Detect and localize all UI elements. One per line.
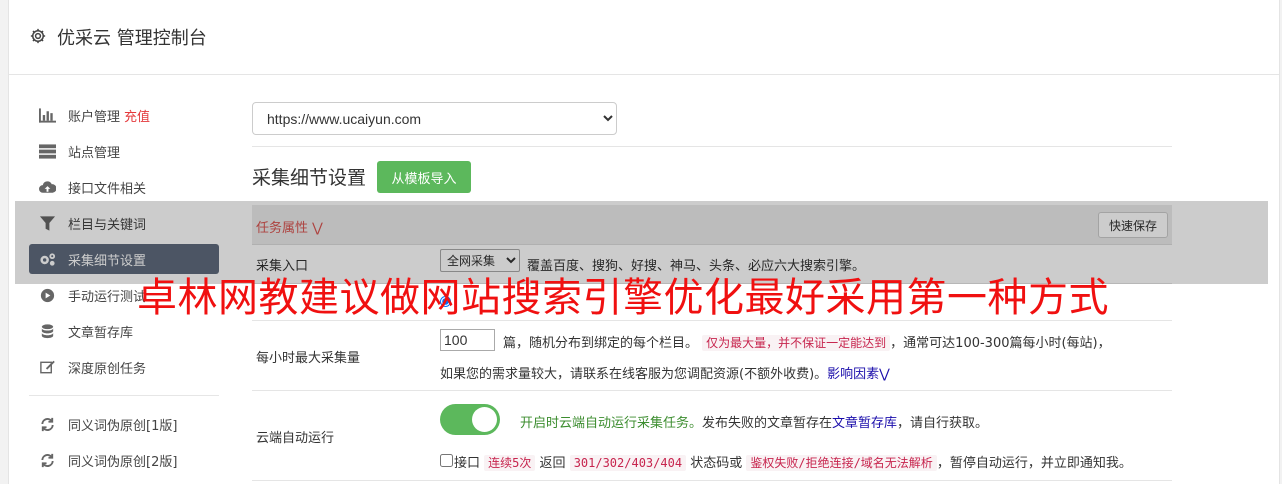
sidebar-item-label: 站点管理: [68, 145, 121, 161]
cloud-run-desc: 开启时云端自动运行采集任务。发布失败的文章暂存在文章暂存库，请自行获取。: [520, 412, 988, 431]
max-per-hour-desc-2: 如果您的需求量较大，请联系在线客服为您调配资源(不额外收费)。影响因素⋁: [440, 363, 890, 382]
recharge-badge[interactable]: 充值: [124, 106, 150, 125]
server-icon: [39, 143, 56, 159]
section-title: 采集细节设置: [252, 167, 367, 189]
filter-icon: [39, 215, 56, 231]
code-highlight: 301/302/403/404: [569, 455, 687, 471]
max-note-highlight: 仅为最大量，并不保证一定能达到: [702, 335, 891, 351]
task-properties-label: 任务属性: [256, 221, 309, 236]
quick-save-button[interactable]: 快速保存: [1098, 212, 1168, 238]
cloud-upload-icon: [39, 180, 56, 193]
sidebar-item-label: 同义词伪原创[2版]: [68, 454, 178, 470]
gear-icon: [30, 28, 46, 44]
cogs-icon: [40, 252, 56, 266]
site-select[interactable]: https://www.ucaiyun.com: [252, 102, 617, 135]
edit-icon: [40, 360, 55, 373]
influence-factors-label: 影响因素: [827, 367, 880, 382]
max-per-hour-label: 每小时最大采集量: [256, 351, 361, 366]
sidebar-item-columns-keywords[interactable]: 栏目与关键词: [29, 208, 219, 238]
pause-on-failure-checkbox[interactable]: [440, 454, 453, 467]
desc-text: ，暂停自动运行，并立即通知我。: [936, 456, 1132, 471]
divider: [252, 390, 1172, 391]
task-properties-toggle[interactable]: 任务属性 ⋁: [256, 217, 323, 236]
page: 优采云 管理控制台 账户管理 充值 站点管理 接口文件相关 栏目与关键词 采集细…: [8, 0, 1280, 484]
sidebar-item-label: 手动运行测试: [68, 289, 147, 305]
desc-text: 返回: [539, 456, 566, 471]
desc-text: 如果您的需求量较大，请联系在线客服为您调配资源(不额外收费)。: [440, 367, 828, 382]
refresh-icon: [41, 417, 54, 431]
watermark-text: 卓林网教建议做网站搜索引擎优化最好采用第一种方式: [137, 275, 1109, 321]
sidebar-item-label: 栏目与关键词: [68, 217, 147, 233]
max-per-hour-desc: 篇，随机分布到绑定的每个栏目。 仅为最大量，并不保证一定能达到 ，通常可达100-…: [503, 332, 1111, 351]
cloud-run-label: 云端自动运行: [256, 431, 335, 446]
play-circle-icon: [40, 288, 55, 302]
code-highlight: 连续5次: [484, 455, 536, 471]
desc-text: 接口: [454, 456, 481, 471]
top-header: 优采云 管理控制台: [9, 0, 1279, 75]
sidebar-divider: [29, 395, 219, 396]
desc-text: 篇，随机分布到绑定的每个栏目。: [503, 336, 699, 351]
bar-chart-icon: [39, 107, 56, 123]
max-per-hour-input[interactable]: [440, 329, 495, 351]
cloud-run-toggle[interactable]: [440, 404, 500, 435]
chevron-down-icon: ⋁: [879, 367, 890, 382]
sidebar-item-sites[interactable]: 站点管理: [29, 136, 219, 166]
divider: [252, 146, 1172, 147]
database-icon: [41, 323, 54, 338]
desc-text: 发布失败的文章暂存在: [702, 416, 833, 431]
sidebar-item-label: 同义词伪原创[1版]: [68, 418, 178, 434]
desc-text: ，通常可达100-300篇每小时(每站)，: [890, 336, 1111, 351]
sidebar-item-label: 深度原创任务: [68, 361, 147, 377]
sidebar-item-synonym-v1[interactable]: 同义词伪原创[1版]: [29, 409, 219, 439]
sidebar-item-account[interactable]: 账户管理 充值: [29, 100, 219, 130]
chevron-down-icon: ⋁: [312, 221, 323, 236]
sidebar-item-label: 采集细节设置: [68, 253, 147, 269]
code-highlight: 鉴权失败/拒绝连接/域名无法解析: [746, 455, 937, 471]
pause-on-failure-desc: 接口 连续5次 返回 301/302/403/404 状态码或 鉴权失败/拒绝连…: [454, 452, 1132, 471]
task-properties-header: 任务属性 ⋁ 快速保存: [252, 205, 1172, 245]
sidebar-item-label: 接口文件相关: [68, 181, 147, 197]
sidebar-item-collect-settings[interactable]: 采集细节设置: [29, 244, 219, 274]
divider: [252, 480, 1172, 481]
sidebar-item-deep-original[interactable]: 深度原创任务: [29, 352, 219, 382]
collect-entry-desc: 覆盖百度、搜狗、好搜、神马、头条、必应六大搜索引擎。: [527, 259, 866, 274]
sidebar-item-synonym-v2[interactable]: 同义词伪原创[2版]: [29, 445, 219, 475]
cloud-run-desc-green: 开启时云端自动运行采集任务。: [520, 416, 703, 431]
sidebar-item-interface-files[interactable]: 接口文件相关: [29, 172, 219, 202]
import-template-button[interactable]: 从模板导入: [377, 161, 471, 193]
collect-entry-select[interactable]: 全网采集: [440, 249, 520, 272]
app-title: 优采云 管理控制台: [57, 28, 207, 49]
sidebar-item-label: 文章暂存库: [68, 325, 134, 341]
article-store-link[interactable]: 文章暂存库: [832, 416, 897, 431]
influence-factors-link[interactable]: 影响因素⋁: [827, 367, 890, 382]
sidebar-item-label: 账户管理: [68, 109, 121, 125]
desc-text: 状态码或: [690, 456, 743, 471]
collect-entry-label: 采集入口: [256, 259, 309, 274]
toggle-knob: [472, 407, 497, 432]
desc-text: ，请自行获取。: [897, 416, 989, 431]
refresh-icon: [41, 453, 54, 467]
